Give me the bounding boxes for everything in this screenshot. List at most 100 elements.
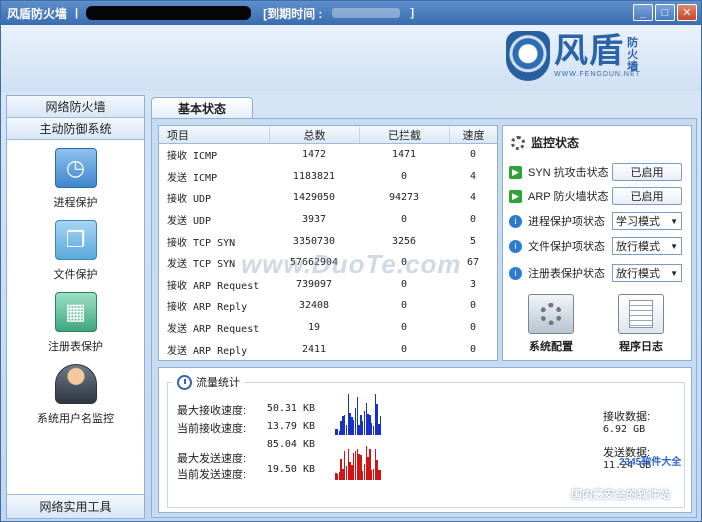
folder-gear-icon: [528, 294, 574, 334]
syn-status-button[interactable]: 已启用: [612, 163, 682, 181]
row-total: 739097: [295, 278, 333, 290]
process-mode-select[interactable]: 学习模式 ▼: [612, 212, 682, 230]
send-traffic-graph: [335, 438, 382, 480]
monitor-title-text: 监控状态: [531, 136, 580, 150]
redacted-license-owner: [86, 6, 252, 20]
chevron-down-icon: ▼: [670, 268, 678, 278]
system-config-button[interactable]: 系统配置: [521, 294, 581, 354]
expire-label: [到期时间 :: [263, 6, 323, 21]
info-icon: i: [509, 266, 522, 280]
info-icon: i: [509, 239, 522, 253]
column-header-blocked[interactable]: 已拦截: [359, 126, 449, 143]
select-value: 学习模式: [616, 216, 660, 228]
recv-traffic-graph: [335, 393, 382, 435]
info-icon: i: [509, 214, 522, 228]
table-row[interactable]: 发送 ARP Request 19 0 0: [159, 317, 497, 339]
table-row[interactable]: 发送 UDP 3937 0 0: [159, 209, 497, 231]
table-row[interactable]: 发送 TCP SYN 57662904 0 67: [159, 252, 497, 274]
row-item: 发送 UDP: [167, 216, 212, 228]
tool-label: 系统配置: [529, 341, 573, 353]
column-header-item[interactable]: 项目: [159, 127, 269, 143]
arp-status-button[interactable]: 已启用: [612, 187, 682, 205]
row-speed: 0: [469, 214, 477, 226]
program-log-button[interactable]: 程序日志: [611, 294, 671, 354]
table-row[interactable]: 接收 TCP SYN 3350730 3256 5: [159, 230, 497, 252]
sidebar-item-label: 系统用户名监控: [37, 413, 114, 425]
row-item: 接收 TCP SYN: [167, 237, 236, 249]
row-speed: 0: [469, 322, 477, 334]
row-speed: 5: [469, 235, 477, 247]
sidebar-network-tools[interactable]: 网络实用工具: [7, 494, 144, 518]
registry-mode-select[interactable]: 放行模式 ▼: [612, 264, 682, 282]
tab-basic-status[interactable]: 基本状态: [151, 97, 253, 119]
traffic-stats-table: 项目 总数 已拦截 速度 接收 ICMP 1472 1471 0 发送 ICMP 118…: [158, 125, 498, 361]
sidebar-item-process-protection[interactable]: ◷ 进程保护: [7, 148, 144, 212]
app-title: 风盾防火墙: [7, 6, 68, 21]
monitor-row-arp: ▶ ARP 防火墙状态 已启用: [509, 186, 687, 206]
max-recv-label: 最大接收速度:: [177, 405, 247, 417]
minimize-button[interactable]: _: [633, 4, 653, 21]
row-blocked: 0: [400, 322, 408, 334]
play-status-icon: ▶: [509, 189, 522, 203]
row-total: 19: [307, 322, 321, 334]
monitor-row-file: i 文件保护项状态 放行模式 ▼: [509, 236, 687, 256]
expire-date-blurred: [332, 8, 401, 18]
monitor-label: 进程保护项状态: [528, 216, 605, 228]
chevron-down-icon: ▼: [670, 241, 678, 251]
sidebar-item-label: 文件保护: [53, 269, 98, 281]
row-speed: 4: [469, 170, 477, 182]
sidebar-item-file-protection[interactable]: ❐ 文件保护: [7, 220, 144, 284]
row-total: 3350730: [292, 235, 336, 247]
row-speed: 3: [469, 278, 477, 290]
logo-side-text: 防火墙: [627, 37, 639, 73]
title-bar[interactable]: 风盾防火墙 | [到期时间 : ] _ □ ✕: [1, 1, 701, 25]
process-clock-icon: ◷: [54, 148, 97, 188]
close-button[interactable]: ✕: [677, 4, 697, 21]
expire-end-bracket: ]: [410, 7, 415, 19]
table-row[interactable]: 接收 ARP Request 739097 0 3: [159, 274, 497, 296]
gear-icon: [511, 135, 525, 150]
logo-main-text: 风盾: [554, 31, 624, 71]
table-row[interactable]: 发送 ICMP 1183821 0 4: [159, 166, 497, 188]
header-banner: 风盾 防火墙 WWW.FENGDUN.NET: [1, 25, 701, 91]
watermark-bottom: 国内最安全的软件站: [571, 489, 670, 501]
monitor-label: 文件保护项状态: [528, 241, 605, 253]
cur-send-value: 19.50 KB: [266, 464, 315, 475]
row-speed: 0: [469, 343, 477, 355]
sidebar-item-user-monitor[interactable]: 系统用户名监控: [7, 364, 144, 428]
monitor-row-syn: ▶ SYN 抗攻击状态 已启用: [509, 162, 687, 182]
sidebar-section-active-defense[interactable]: 主动防御系统: [7, 118, 144, 140]
file-mode-select[interactable]: 放行模式 ▼: [612, 237, 682, 255]
sidebar-item-label: 进程保护: [53, 197, 98, 209]
sidebar-section-firewall[interactable]: 网络防火墙: [7, 96, 144, 118]
monitor-label: 注册表保护状态: [528, 268, 605, 280]
row-total: 1472: [301, 149, 327, 161]
row-item: 接收 ICMP: [167, 151, 218, 163]
sidebar-item-registry-protection[interactable]: ▦ 注册表保护: [7, 292, 144, 356]
window-controls: _ □ ✕: [633, 4, 697, 21]
recv-total-value: 6.92 GB: [603, 424, 646, 435]
monitor-row-registry: i 注册表保护状态 放行模式 ▼: [509, 263, 687, 283]
title-separator: |: [75, 7, 79, 19]
row-blocked: 0: [400, 170, 408, 182]
table-row[interactable]: 接收 UDP 1429050 94273 4: [159, 187, 497, 209]
table-row[interactable]: 发送 ARP Reply 2411 0 0: [159, 338, 497, 360]
monitor-status-panel: 监控状态 ▶ SYN 抗攻击状态 已启用 ▶ ARP 防火墙状态 已启用 i 进…: [502, 125, 692, 361]
row-total: 57662904: [289, 257, 339, 269]
row-item: 发送 ARP Reply: [167, 345, 248, 357]
maximize-button[interactable]: □: [655, 4, 675, 21]
watermark-brand: 2345软件大全: [619, 457, 682, 468]
column-header-total[interactable]: 总数: [269, 126, 359, 143]
traffic-title-text: 流量统计: [196, 377, 240, 389]
app-window: 风盾防火墙 | [到期时间 : ] _ □ ✕ 风盾 防火墙 WWW.FENGD…: [0, 0, 702, 522]
user-icon: [54, 364, 97, 404]
row-item: 发送 ICMP: [167, 172, 218, 184]
max-recv-value: 50.31 KB: [266, 403, 315, 414]
cur-recv-label: 当前接收速度:: [177, 423, 247, 435]
column-header-speed[interactable]: 速度: [449, 126, 497, 143]
table-row[interactable]: 接收 ICMP 1472 1471 0: [159, 144, 497, 166]
row-blocked: 0: [400, 214, 408, 226]
monitor-title: 监控状态: [511, 134, 579, 151]
row-item: 接收 ARP Request: [167, 280, 260, 292]
table-row[interactable]: 接收 ARP Reply 32408 0 0: [159, 295, 497, 317]
